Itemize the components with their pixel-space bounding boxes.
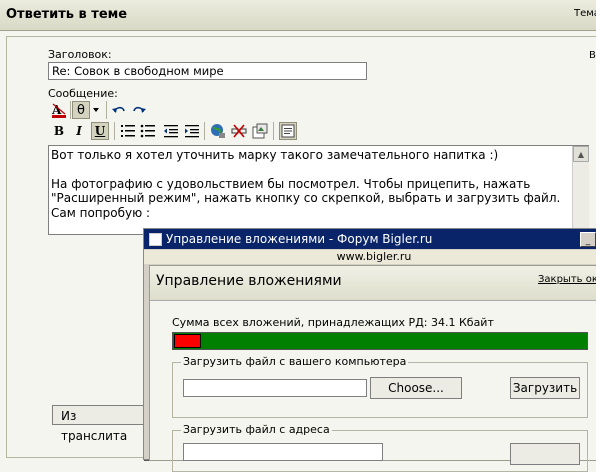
indent-icon[interactable] [183, 122, 201, 140]
usage-progress-bar [172, 332, 588, 350]
underline-button[interactable]: U [91, 122, 109, 140]
insert-image-icon[interactable] [251, 122, 269, 140]
file-url-field[interactable] [183, 443, 383, 461]
popup-window-title: Управление вложениями - Форум Bigler.ru [166, 232, 433, 246]
right-edge-text: В [589, 50, 596, 61]
popup-heading-bar: Управление вложениями Закрыть окно [150, 266, 596, 301]
italic-button[interactable]: I [70, 122, 88, 140]
window-icon [149, 233, 162, 246]
choose-file-button[interactable]: Choose... [370, 377, 462, 399]
theta-button[interactable]: θ [72, 101, 90, 119]
toolbar-separator [273, 122, 274, 140]
page-title: Ответить в теме [6, 7, 128, 22]
font-color-icon[interactable]: A [50, 101, 68, 119]
local-file-path-field[interactable] [183, 379, 367, 397]
outdent-icon[interactable] [162, 122, 180, 140]
dropdown-arrow-icon[interactable] [90, 101, 102, 119]
message-textarea[interactable]: Вот только я хотел уточнить марку такого… [48, 145, 589, 235]
toolbar-separator [114, 122, 115, 140]
upload-button[interactable]: Загрузить [510, 377, 580, 399]
remove-link-icon[interactable] [230, 122, 248, 140]
page-header: Ответить в теме Тема [0, 0, 596, 31]
minimize-icon[interactable]: _ [580, 232, 596, 247]
translit-button[interactable]: Из транслита [52, 405, 144, 443]
numbered-list-icon[interactable] [119, 122, 137, 140]
message-label: Сообщение: [48, 87, 118, 100]
toolbar-separator [70, 101, 71, 119]
toolbar-separator [106, 101, 107, 119]
bold-button[interactable]: B [50, 122, 68, 140]
popup-content: Управление вложениями Закрыть окно Сумма… [149, 265, 596, 472]
subject-label: Заголовок: [48, 48, 112, 61]
popup-titlebar[interactable]: Управление вложениями - Форум Bigler.ru … [144, 229, 596, 249]
toolbar-separator [204, 122, 205, 140]
insert-link-icon[interactable] [209, 122, 227, 140]
message-scrollbar[interactable]: ▲ [572, 146, 589, 236]
redo-icon[interactable] [130, 101, 148, 119]
subject-input[interactable]: Re: Совок в свободном мире [48, 62, 367, 80]
theta-icon: θ [77, 102, 85, 118]
header-right-text: Тема [574, 8, 596, 19]
upload-url-legend: Загрузить файл с адреса [181, 423, 332, 436]
popup-heading: Управление вложениями [156, 273, 342, 289]
attachments-sum-label: Сумма всех вложений, принадлежащих РД: 3… [172, 316, 494, 329]
upload-url-button[interactable] [510, 443, 580, 465]
usage-progress-fill [174, 334, 201, 348]
undo-icon[interactable] [110, 101, 128, 119]
message-text: Вот только я хотел уточнить марку такого… [51, 148, 561, 220]
upload-local-fieldset: Загрузить файл с вашего компьютера Choos… [172, 355, 588, 418]
attachments-popup-window: Управление вложениями - Форум Bigler.ru … [143, 228, 596, 472]
bullet-list-icon[interactable] [139, 122, 157, 140]
quote-icon[interactable] [279, 122, 297, 140]
close-window-link[interactable]: Закрыть окно [538, 274, 596, 285]
popup-url-bar: www.bigler.ru [144, 250, 596, 264]
scroll-up-arrow-icon[interactable]: ▲ [573, 146, 589, 162]
upload-local-legend: Загрузить файл с вашего компьютера [181, 355, 409, 368]
upload-url-fieldset: Загрузить файл с адреса [172, 423, 588, 472]
